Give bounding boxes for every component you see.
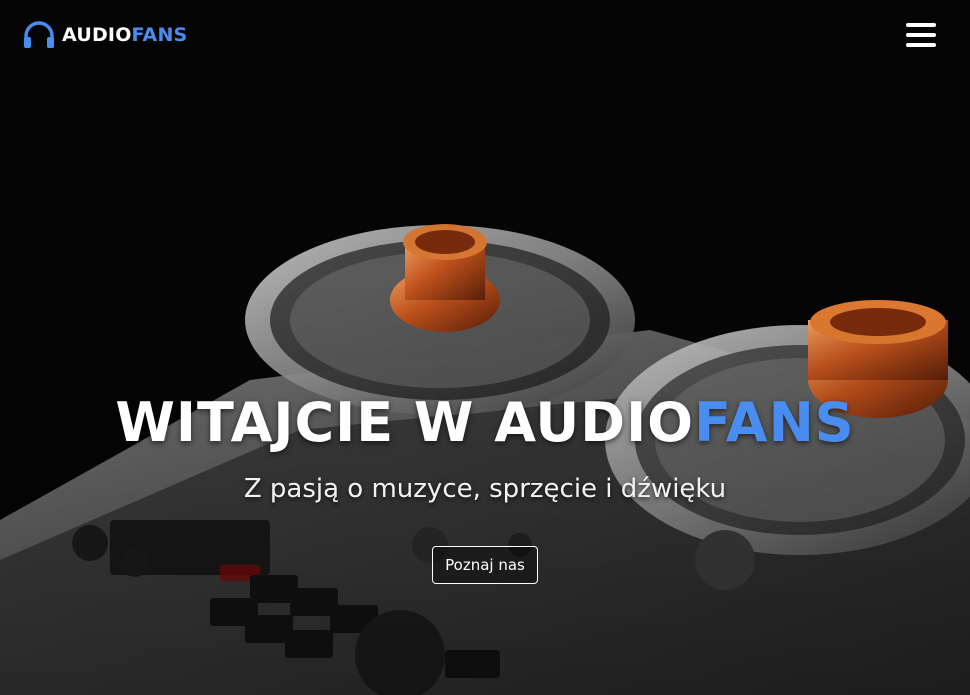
menu-bar: [906, 43, 936, 47]
hamburger-menu-icon[interactable]: [906, 22, 936, 48]
learn-more-button[interactable]: Poznaj nas: [432, 546, 538, 584]
hero-subtitle: Z pasją o muzyce, sprzęcie i dźwięku: [243, 474, 727, 504]
hero-overlay: [0, 0, 970, 695]
brand-logo-link[interactable]: AUDIOFANS: [22, 20, 187, 50]
hero-title-part1: WITAJCIE W AUDIO: [115, 391, 695, 454]
brand-name-part1: AUDIO: [62, 24, 132, 46]
brand-name-part2: FANS: [131, 24, 188, 46]
hero-title: WITAJCIE W AUDIOFANS: [115, 388, 854, 458]
headphones-icon: [24, 21, 54, 48]
brand-name: AUDIOFANS: [62, 24, 187, 46]
menu-bar: [906, 33, 936, 37]
hero-title-part2: FANS: [694, 391, 855, 454]
navbar: AUDIOFANS: [0, 0, 970, 70]
menu-bar: [906, 23, 936, 27]
hero-section: AUDIOFANS WITAJCIE W AUDIOFANS Z pasją o…: [0, 0, 970, 695]
hero-content: WITAJCIE W AUDIOFANS Z pasją o muzyce, s…: [0, 388, 970, 584]
